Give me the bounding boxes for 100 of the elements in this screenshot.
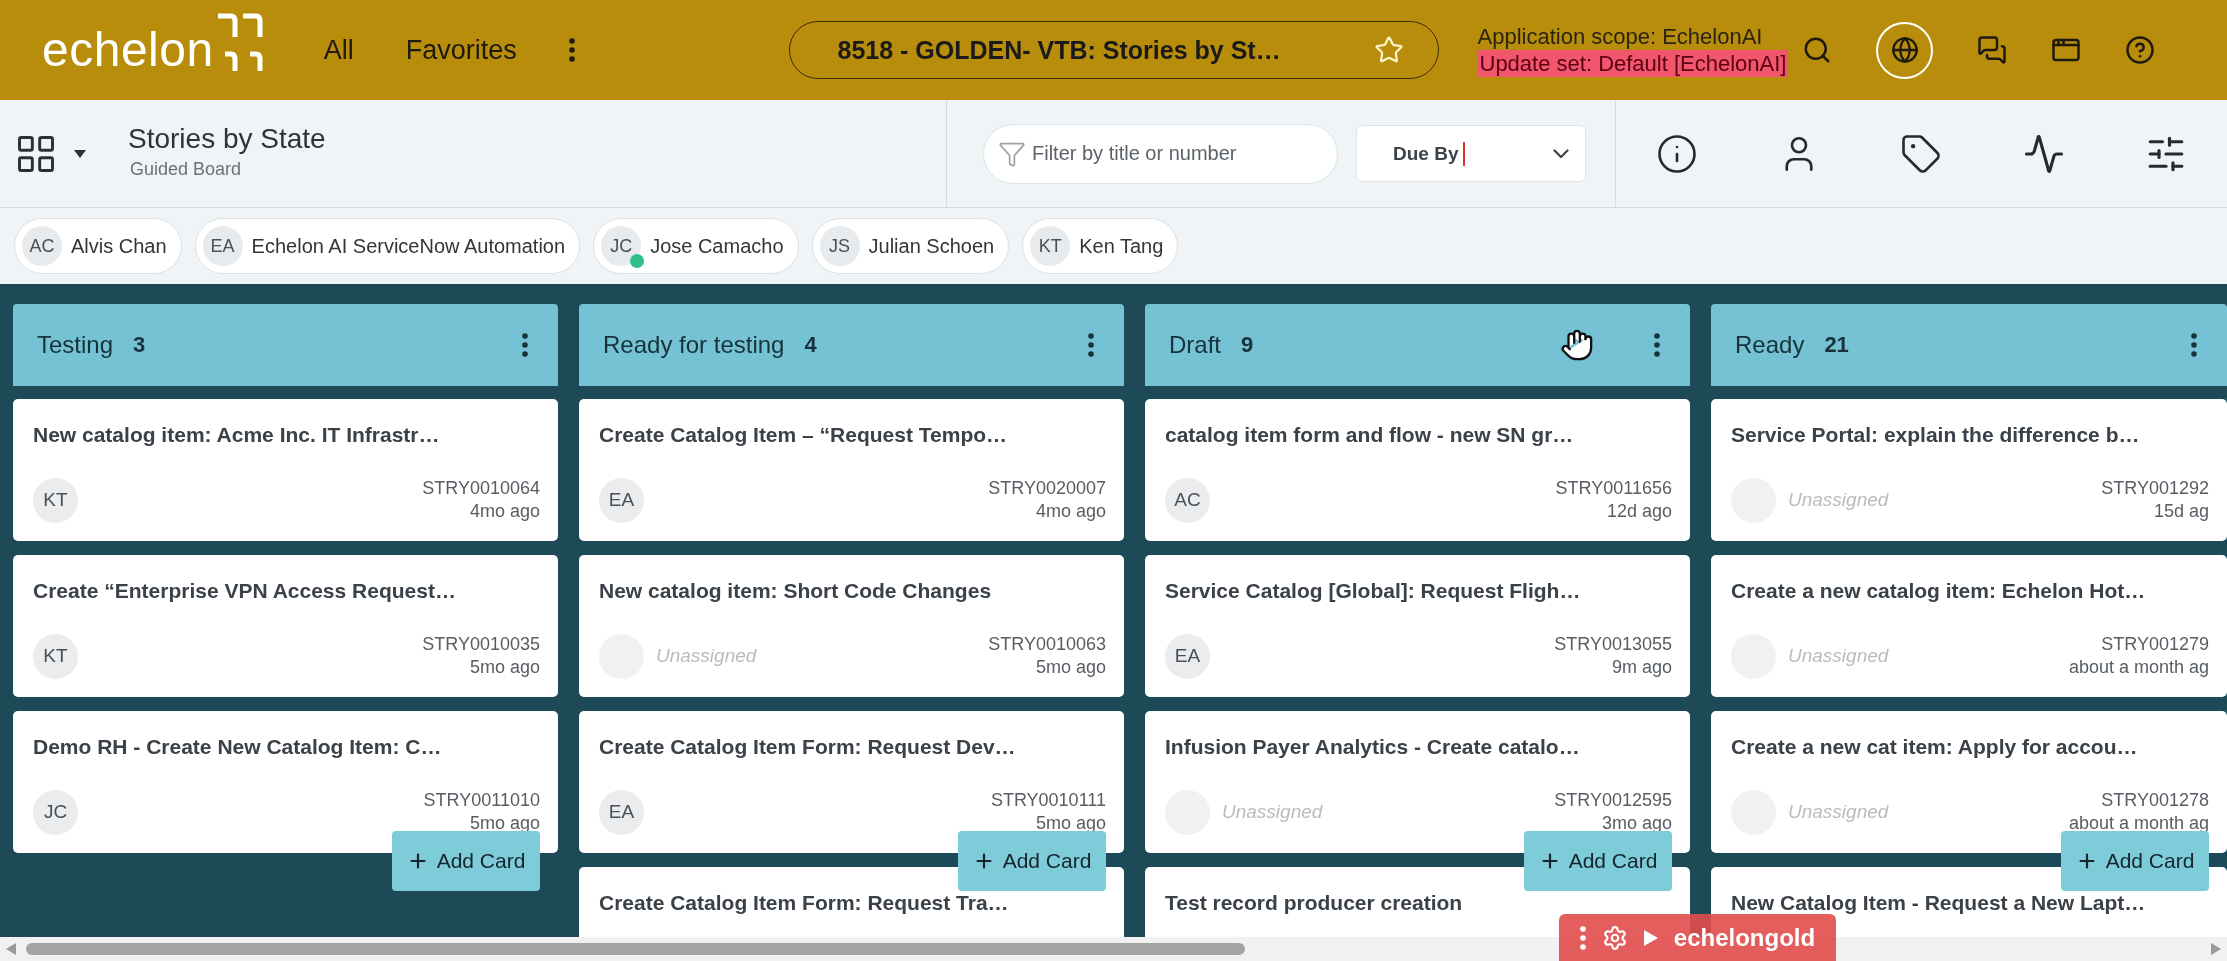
story-number: STRY0012595: [1554, 789, 1672, 812]
card-title: New Catalog Item - Request a New Lapt…: [1731, 892, 2147, 914]
story-number: STRY001278: [2101, 789, 2209, 812]
column-name: Ready: [1735, 331, 1805, 359]
column-name: Testing: [37, 331, 114, 359]
more-icon[interactable]: [1654, 333, 1660, 357]
story-age: 5mo ago: [469, 656, 540, 679]
tag-icon[interactable]: [1900, 132, 1943, 175]
nav-link[interactable]: Favorites: [405, 34, 517, 66]
user-avatar: KT: [1030, 226, 1071, 266]
user-avatar: EA: [202, 226, 243, 266]
story-number: STRY001279: [2101, 633, 2209, 656]
column-count: 9: [1241, 332, 1254, 358]
more-icon[interactable]: [568, 38, 575, 62]
filter-input[interactable]: Filter by title or number: [1032, 142, 1323, 165]
globe-button[interactable]: [1876, 21, 1934, 79]
story-number: STRY0010111: [990, 789, 1106, 812]
story-number: STRY0011010: [423, 789, 540, 812]
assignee-label: Unassigned: [1222, 801, 1323, 823]
story-card[interactable]: New catalog item: Short Code Changes Unassigned STRY0010063 5mo ago: [579, 555, 1124, 697]
user-avatar: JC: [601, 226, 642, 266]
board-title: Stories by State: [128, 121, 326, 156]
story-card[interactable]: New catalog item: Acme Inc. IT Infrastr… KT STRY0010064 4mo ago: [13, 399, 558, 541]
more-icon[interactable]: [522, 333, 528, 357]
story-age: 4mo ago: [1035, 500, 1106, 523]
update-set-label: Update set: Default [EchelonAI]: [1477, 50, 1789, 77]
member-chip[interactable]: AC Alvis Chan: [14, 218, 182, 274]
story-number: STRY0010063: [988, 633, 1106, 656]
add-card-button[interactable]: Add Card: [2061, 831, 2209, 891]
info-icon[interactable]: [1656, 132, 1699, 175]
story-card[interactable]: Create “Enterprise VPN Access Request… KT STRY0010035 5mo ago: [13, 555, 558, 697]
story-card[interactable]: Create a new catalog item: Echelon Hot… Unassigned STRY001279 about a month ag: [1711, 555, 2227, 697]
story-card[interactable]: catalog item form and flow - new SN gr… AC STRY0011656 12d ago: [1145, 399, 1690, 541]
story-age: 15d ag: [2153, 500, 2209, 523]
user-avatar: EA: [599, 789, 644, 835]
card-title: Test record producer creation: [1165, 892, 1464, 914]
add-card-button[interactable]: Add Card: [392, 831, 540, 891]
story-age: 4mo ago: [469, 500, 540, 523]
story-age: 5mo ago: [1035, 656, 1106, 679]
story-number: STRY0010064: [422, 477, 540, 500]
card-title: Service Portal: explain the difference b…: [1731, 424, 2141, 446]
story-card[interactable]: Create Catalog Item – “Request Tempo… EA STRY0020007 4mo ago: [579, 399, 1124, 541]
column-count: 3: [133, 332, 146, 358]
due-by-select[interactable]: Due By: [1356, 125, 1586, 182]
scrollbar-thumb[interactable]: [26, 943, 1245, 955]
card-title: Create Catalog Item Form: Request Tra…: [599, 892, 1010, 914]
activity-icon[interactable]: [2022, 132, 2065, 175]
chat-icon[interactable]: [1977, 35, 2008, 65]
story-number: STRY0020007: [988, 477, 1106, 500]
story-number: STRY0013055: [1554, 633, 1672, 656]
story-age: 12d ago: [1606, 500, 1672, 523]
user-avatar: KT: [33, 477, 78, 523]
card-title: Create “Enterprise VPN Access Request…: [33, 580, 457, 602]
user-avatar: JS: [819, 226, 860, 266]
assignee-label: Unassigned: [1788, 801, 1889, 823]
add-card-button[interactable]: Add Card: [1524, 831, 1672, 891]
user-avatar: AC: [22, 226, 62, 266]
logo-mark-icon: [215, 13, 264, 73]
board-subtitle: Guided Board: [130, 157, 243, 181]
card-title: catalog item form and flow - new SN gr…: [1165, 424, 1575, 446]
assignee-label: Unassigned: [656, 645, 757, 667]
member-chip[interactable]: JS Julian Schoen: [811, 218, 1010, 274]
user-avatar: EA: [599, 477, 644, 523]
more-icon[interactable]: [2191, 333, 2197, 357]
column-name: Draft: [1169, 331, 1221, 359]
assignee-label: Unassigned: [1788, 489, 1889, 511]
card-title: Create Catalog Item – “Request Tempo…: [599, 424, 1009, 446]
member-chip[interactable]: JC Jose Camacho: [593, 218, 799, 274]
play-icon: [1643, 929, 1658, 946]
globe-icon: [1890, 36, 1919, 64]
member-chip[interactable]: KT Ken Tang: [1022, 218, 1179, 274]
story-number: STRY0010035: [422, 633, 540, 656]
assignee-label: Unassigned: [1788, 645, 1889, 667]
card-title: Create a new cat item: Apply for accou…: [1731, 736, 2139, 758]
user-avatar: AC: [1165, 477, 1210, 523]
story-age: about a month ag: [2068, 656, 2209, 679]
settings-icon: [1601, 924, 1628, 951]
user-avatar: JC: [33, 789, 78, 835]
user-avatar: EA: [1165, 633, 1210, 679]
filter-field[interactable]: Filter by title or number: [983, 123, 1338, 184]
help-icon[interactable]: [2125, 35, 2156, 65]
card-title: Infusion Payer Analytics - Create catalo…: [1165, 736, 1581, 758]
story-age: 9m ago: [1611, 656, 1672, 679]
story-card[interactable]: Service Catalog [Global]: Request Fligh… EA STRY0013055 9m ago: [1145, 555, 1690, 697]
story-number: STRY001292: [2101, 477, 2209, 500]
more-icon: [1579, 925, 1586, 950]
user-avatar: KT: [33, 633, 78, 679]
add-card-button[interactable]: Add Card: [958, 831, 1106, 891]
member-chip[interactable]: EA Echelon AI ServiceNow Automation: [194, 218, 581, 274]
caret-icon[interactable]: [74, 149, 86, 158]
story-number: STRY0011656: [1555, 477, 1672, 500]
card-title: New catalog item: Short Code Changes: [599, 580, 993, 602]
column-name: Ready for testing: [603, 331, 785, 359]
column-count: 21: [1824, 332, 1849, 358]
star-icon[interactable]: [1373, 35, 1404, 65]
nav-link[interactable]: All: [323, 34, 354, 66]
more-icon[interactable]: [1088, 333, 1094, 357]
card-title: Create Catalog Item Form: Request Dev…: [599, 736, 1017, 758]
story-card[interactable]: Create Catalog Item Form: Request Tra…: [579, 867, 1124, 937]
story-card[interactable]: Service Portal: explain the difference b… Unassigned STRY001292 15d ag: [1711, 399, 2227, 541]
